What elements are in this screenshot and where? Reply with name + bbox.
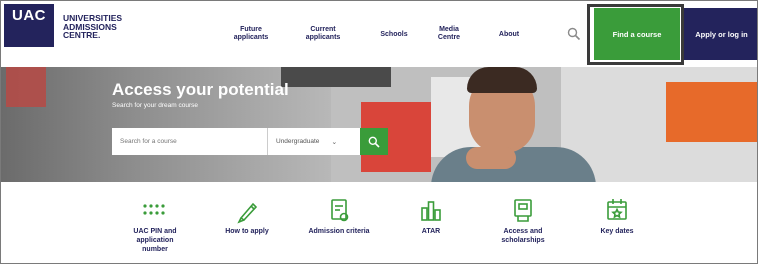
nav-label-line: applicants bbox=[305, 34, 341, 41]
study-level-value: Undergraduate bbox=[276, 138, 320, 145]
find-course-label: Find a course bbox=[612, 29, 662, 39]
study-level-select[interactable]: Undergraduate ⌄ bbox=[267, 128, 360, 155]
hero-decor bbox=[281, 67, 391, 87]
nav-label-line: Schools bbox=[380, 31, 408, 38]
brand-name[interactable]: UNIVERSITIES ADMISSIONS CENTRE. bbox=[63, 14, 153, 40]
scholarship-icon bbox=[509, 196, 537, 224]
hero-decor bbox=[6, 67, 46, 107]
pen-icon bbox=[233, 196, 261, 224]
apply-login-label: Apply or log in bbox=[695, 29, 748, 39]
hero-subtitle: Search for your dream course bbox=[112, 102, 198, 109]
criteria-document-icon bbox=[325, 196, 353, 224]
quick-link-label-line: Key dates bbox=[600, 228, 634, 235]
logo-abbr: UAC bbox=[12, 7, 46, 24]
find-course-button[interactable]: Find a course bbox=[594, 8, 680, 60]
quick-links: UAC PIN and application number How to ap… bbox=[1, 182, 757, 263]
apply-login-button[interactable]: Apply or log in bbox=[684, 8, 757, 60]
hero-decor bbox=[666, 82, 757, 142]
nav-label-line: About bbox=[498, 31, 520, 38]
nav-about[interactable]: About bbox=[491, 31, 527, 39]
bar-chart-icon bbox=[417, 196, 445, 224]
nav-future-applicants[interactable]: Future applicants bbox=[229, 26, 273, 42]
hero-person-hand bbox=[466, 147, 516, 169]
search-icon bbox=[368, 136, 380, 148]
course-search-bar: Undergraduate ⌄ bbox=[112, 128, 388, 155]
course-search-button[interactable] bbox=[360, 128, 388, 155]
page: UAC UNIVERSITIES ADMISSIONS CENTRE. Futu… bbox=[0, 0, 758, 264]
quick-link-key-dates[interactable]: Key dates bbox=[562, 182, 672, 262]
nav-media-centre[interactable]: Media Centre bbox=[434, 26, 464, 42]
calendar-icon bbox=[603, 196, 631, 224]
hero-banner: Access your potential Search for your dr… bbox=[1, 67, 757, 182]
hero-title: Access your potential bbox=[112, 80, 289, 99]
nav-current-applicants[interactable]: Current applicants bbox=[301, 26, 345, 42]
uac-logo[interactable]: UAC bbox=[4, 4, 54, 47]
quick-link-label: Key dates bbox=[562, 227, 672, 236]
nav-label-line: Media bbox=[439, 26, 459, 33]
nav-label-line: Future bbox=[240, 26, 262, 33]
nav-schools[interactable]: Schools bbox=[372, 31, 416, 39]
site-header: UAC UNIVERSITIES ADMISSIONS CENTRE. Futu… bbox=[1, 1, 757, 67]
course-search-input[interactable] bbox=[112, 128, 267, 155]
nav-label-line: Current bbox=[310, 26, 336, 33]
hero-person-hair bbox=[467, 67, 537, 93]
search-icon[interactable] bbox=[567, 27, 581, 41]
brand-name-line: CENTRE. bbox=[63, 30, 101, 40]
chevron-down-icon: ⌄ bbox=[331, 138, 338, 146]
nav-label-line: applicants bbox=[233, 34, 269, 41]
nav-label-line: Centre bbox=[437, 34, 461, 41]
pin-dots-icon bbox=[141, 196, 169, 224]
